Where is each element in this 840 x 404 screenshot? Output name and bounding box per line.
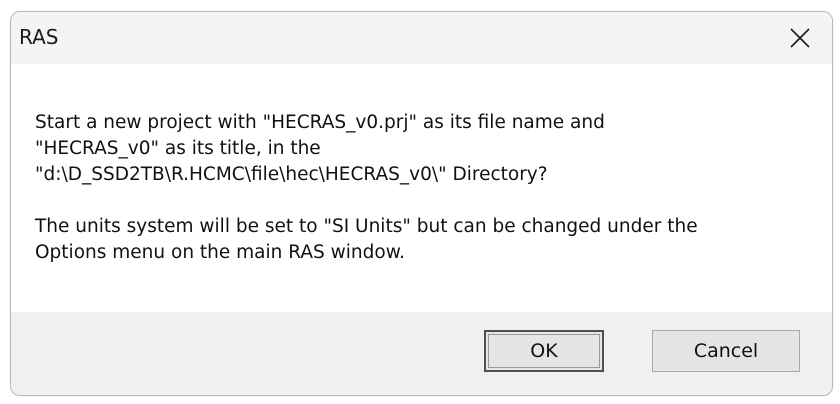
message-line-1: Start a new project with "HECRAS_v0.prj"… (35, 112, 605, 133)
cancel-button[interactable]: Cancel (652, 330, 800, 372)
ok-button[interactable]: OK (484, 330, 604, 372)
window-title: RAS (19, 25, 59, 49)
message-line-2: "HECRAS_v0" as its title, in the (35, 138, 321, 159)
ras-dialog: RAS Start a new project with "HECRAS_v0.… (10, 11, 833, 396)
close-icon (790, 28, 810, 48)
cancel-button-label: Cancel (693, 340, 759, 362)
ok-button-label: OK (530, 340, 558, 362)
message-area: Start a new project with "HECRAS_v0.prj"… (11, 64, 832, 312)
button-bar: OK Cancel (11, 312, 832, 395)
message-line-4: The units system will be set to "SI Unit… (35, 216, 698, 237)
close-button[interactable] (768, 12, 832, 64)
message-line-5: Options menu on the main RAS window. (35, 242, 406, 263)
message-line-3: "d:\D_SSD2TB\R.HCMC\file\hec\HECRAS_v0\"… (35, 164, 548, 185)
title-bar: RAS (11, 12, 832, 64)
